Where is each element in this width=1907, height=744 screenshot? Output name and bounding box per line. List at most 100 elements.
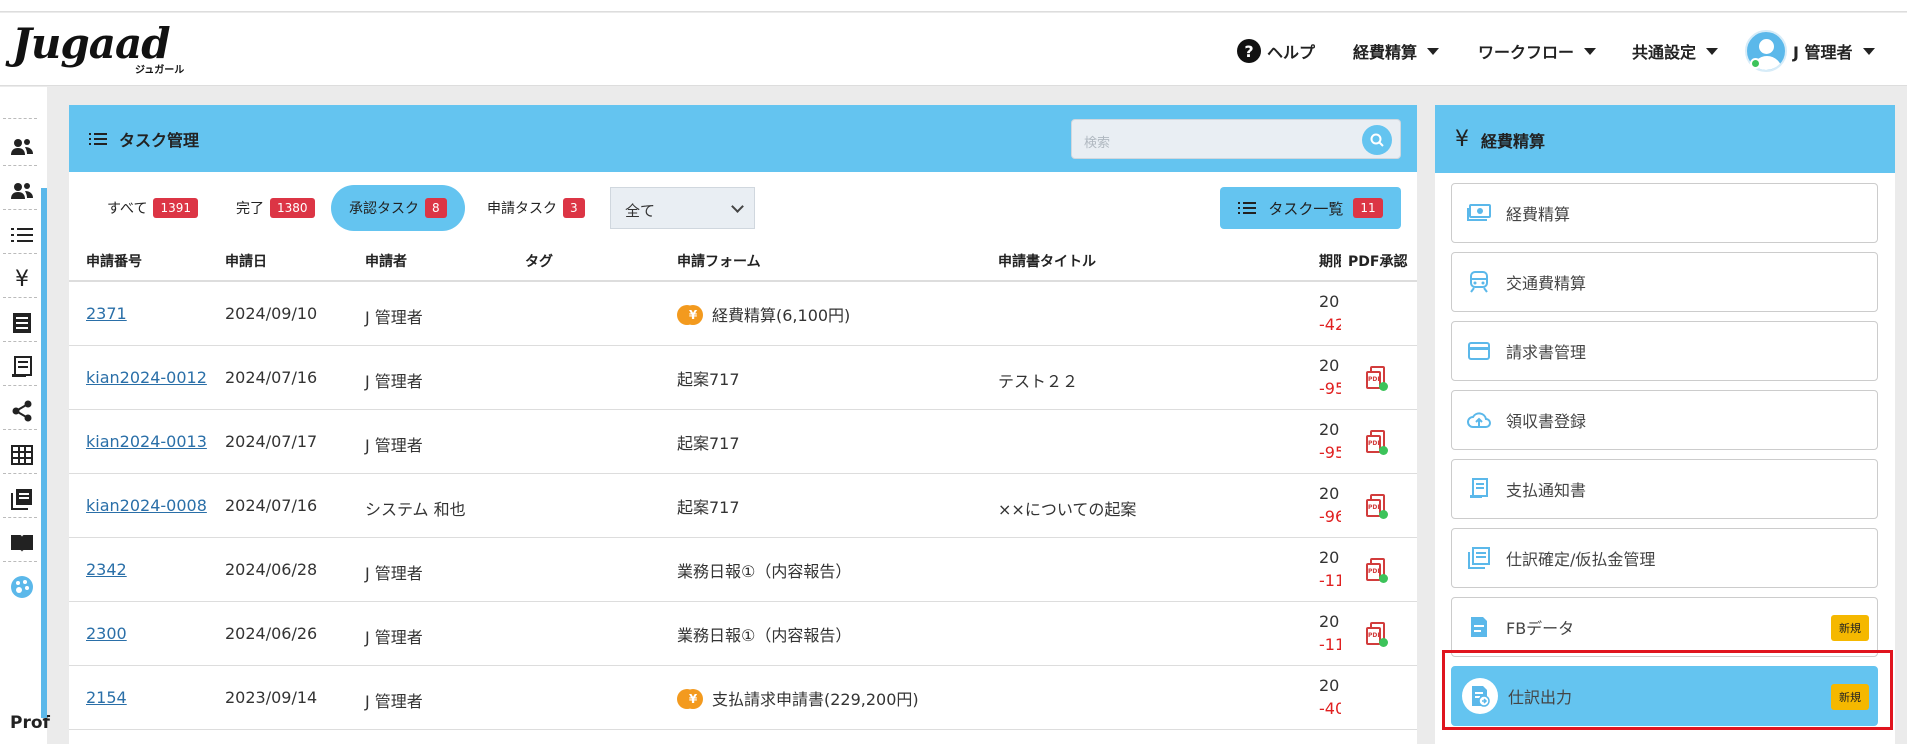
library-icon[interactable] <box>9 486 35 512</box>
column-header-title[interactable]: 申請書タイトル <box>998 251 1096 271</box>
task-management-panel: タスク管理 検索 すべて 1391 完了 1380 承認タスク 8 申請タスク … <box>69 105 1417 744</box>
pdf-approval-icon[interactable]: PDF <box>1366 430 1388 455</box>
chevron-down-icon <box>1862 47 1875 55</box>
book-icon[interactable] <box>9 530 35 556</box>
expense-menu-item[interactable]: 領収書登録 <box>1451 390 1878 450</box>
application-form-name: 起案717 <box>677 498 740 517</box>
count-badge: 11 <box>1353 198 1383 218</box>
library-icon <box>1466 545 1492 571</box>
column-header-due[interactable]: 期限 <box>1319 251 1341 271</box>
column-header-pdf[interactable]: PDF承認 <box>1348 251 1407 271</box>
task-list-button[interactable]: タスク一覧 11 <box>1220 187 1401 229</box>
document-icon[interactable] <box>9 310 35 336</box>
tab-completed[interactable]: 完了 1380 <box>236 185 315 231</box>
expense-menu-item-label: 経費精算 <box>1506 205 1571 224</box>
tab-all[interactable]: すべて 1391 <box>107 185 199 231</box>
users-icon[interactable] <box>9 134 35 160</box>
column-header-form[interactable]: 申請フォーム <box>677 251 761 271</box>
application-id-link[interactable]: kian2024-0008 <box>86 496 207 515</box>
search-input[interactable]: 検索 <box>1071 119 1401 159</box>
search-icon[interactable] <box>1362 125 1392 155</box>
application-form: 起案717 <box>677 366 740 390</box>
palette-icon[interactable] <box>9 574 35 600</box>
filter-select[interactable]: 全て <box>610 187 755 229</box>
credit-card-icon <box>1466 338 1492 364</box>
train-icon <box>1466 269 1492 295</box>
application-form-name: 業務日報①（内容報告） <box>677 562 852 581</box>
table-row[interactable]: 2342 2024/06/28 J 管理者 業務日報①（内容報告） 20 -11 PDF <box>69 538 1417 602</box>
expense-menu-item[interactable]: FBデータ 新規 <box>1451 597 1878 657</box>
user-menu[interactable]: J 管理者 <box>1745 28 1875 74</box>
file-icon <box>1466 614 1492 640</box>
column-header-tag[interactable]: タグ <box>525 251 553 271</box>
pdf-approval-icon[interactable]: PDF <box>1366 558 1388 583</box>
column-header-applicant[interactable]: 申請者 <box>365 251 407 271</box>
coin-icon: ¥ <box>677 688 703 710</box>
help-icon: ? <box>1237 39 1261 63</box>
tab-application[interactable]: 申請タスク 3 <box>487 185 585 231</box>
yen-icon[interactable]: ¥ <box>9 266 35 292</box>
application-id-link[interactable]: 2371 <box>86 304 127 323</box>
expense-menu-item[interactable]: 経費精算 <box>1451 183 1878 243</box>
due-date: 20 <box>1319 612 1340 631</box>
users-alt-icon[interactable] <box>9 178 35 204</box>
receipt-icon <box>1466 476 1492 502</box>
application-form-name: 経費精算(6,100円) <box>712 306 851 325</box>
application-form-name: 支払請求申請書(229,200円) <box>712 690 919 709</box>
application-id-link[interactable]: 2300 <box>86 624 127 643</box>
column-header-date[interactable]: 申請日 <box>225 251 267 271</box>
nav-workflow[interactable]: ワークフロー <box>1478 35 1597 67</box>
table-row[interactable]: 2300 2024/06/26 J 管理者 業務日報①（内容報告） 20 -11 PDF <box>69 602 1417 666</box>
application-date: 2024/07/16 <box>225 496 318 515</box>
application-date: 2024/06/28 <box>225 560 318 579</box>
expense-menu-item-label: 領収書登録 <box>1506 412 1587 431</box>
app-header: Jugaad ジュガール ? ヘルプ 経費精算 ワークフロー 共通設定 J 管理… <box>0 13 1907 86</box>
application-form: 業務日報①（内容報告） <box>677 558 851 582</box>
application-title: テスト２２ <box>998 372 1079 391</box>
application-id-link[interactable]: 2154 <box>86 688 127 707</box>
top-strip <box>0 0 1907 12</box>
due-days-remaining: -11 <box>1319 571 1341 590</box>
expense-menu-item[interactable]: 仕訳確定/仮払金管理 <box>1451 528 1878 588</box>
table-row[interactable]: 2371 2024/09/10 J 管理者 ¥ 経費精算(6,100円) 20 -42 <box>69 282 1417 346</box>
task-list-label: タスク一覧 <box>1268 199 1344 218</box>
column-header-id[interactable]: 申請番号 <box>86 251 142 271</box>
table-row[interactable]: kian2024-0013 2024/07/17 J 管理者 起案717 20 -95 PD… <box>69 410 1417 474</box>
pdf-approval-icon[interactable]: PDF <box>1366 494 1388 519</box>
user-name: J 管理者 <box>1793 43 1853 62</box>
application-id-link[interactable]: kian2024-0012 <box>86 368 207 387</box>
application-id-link[interactable]: 2342 <box>86 560 127 579</box>
nav-expense-label: 経費精算 <box>1353 43 1418 62</box>
count-badge: 1391 <box>153 198 199 218</box>
nav-expense[interactable]: 経費精算 <box>1353 35 1440 67</box>
tab-approval[interactable]: 承認タスク 8 <box>331 185 465 231</box>
grid-icon[interactable] <box>9 442 35 468</box>
expense-menu-item[interactable]: 支払通知書 <box>1451 459 1878 519</box>
due-date: 20 <box>1319 420 1340 439</box>
application-form: ¥ 経費精算(6,100円) <box>677 302 850 326</box>
expense-menu-item-label: 仕訳確定/仮払金管理 <box>1506 550 1656 569</box>
pdf-approval-icon[interactable]: PDF <box>1366 366 1388 391</box>
table-row[interactable]: 2154 2023/09/14 J 管理者 ¥ 支払請求申請書(229,200円) 20 -… <box>69 666 1417 730</box>
share-icon[interactable] <box>9 398 35 424</box>
cloud-upload-icon <box>1466 407 1492 433</box>
table-row[interactable]: kian2024-0008 2024/07/16 システム 和也 起案717 ××につい… <box>69 474 1417 538</box>
application-form-name: 起案717 <box>677 434 740 453</box>
table-row[interactable]: kian2024-0012 2024/07/16 J 管理者 起案717 テスト２２ 20… <box>69 346 1417 410</box>
expense-menu-item[interactable]: 交通費精算 <box>1451 252 1878 312</box>
nav-common-settings[interactable]: 共通設定 <box>1632 35 1719 67</box>
expense-menu-item[interactable]: 請求書管理 <box>1451 321 1878 381</box>
app-logo-subtitle: ジュガール <box>135 65 185 76</box>
receipt-icon[interactable] <box>9 354 35 380</box>
list-icon[interactable] <box>9 222 35 248</box>
expense-menu-item-label: 支払通知書 <box>1506 481 1587 500</box>
help-link[interactable]: ? ヘルプ <box>1237 35 1315 67</box>
applicant-name: システム 和也 <box>365 500 466 519</box>
tab-approval-label: 承認タスク <box>349 201 419 217</box>
coin-icon: ¥ <box>677 304 703 326</box>
tab-all-label: すべて <box>107 201 148 217</box>
pdf-approval-icon[interactable]: PDF <box>1366 622 1388 647</box>
applicant-name: J 管理者 <box>365 436 423 455</box>
list-icon <box>89 130 107 148</box>
application-id-link[interactable]: kian2024-0013 <box>86 432 207 451</box>
